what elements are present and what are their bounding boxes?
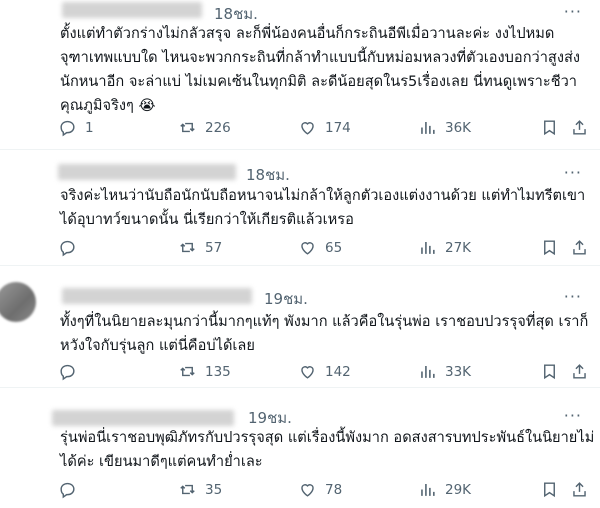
tweet-text: ทั้งๆที่ในนิยายละมุนกว่านี้มากๆแท้ๆ พังม… — [60, 310, 589, 358]
tweet-text-line: นักหนาอีก จะล่าแบ่ ไม่เมคเซ้นในทุกมิติ ล… — [60, 73, 577, 90]
reply-button[interactable] — [58, 238, 85, 257]
like-button[interactable]: 78 — [298, 480, 342, 499]
like-icon — [301, 484, 314, 497]
tweet-text-line: คุณภูมิจริงๆ 😭 — [60, 97, 156, 114]
tweet-text-line: ตั้งแต่ทำตัวกร่างไม่กลัวสรุจ ละก็พี่น้อง… — [60, 25, 555, 42]
more-options-icon[interactable]: ··· — [564, 287, 582, 306]
reply-icon — [60, 120, 75, 137]
reply-icon — [60, 240, 75, 257]
repost-button[interactable]: 135 — [178, 362, 231, 381]
like-icon — [301, 242, 314, 255]
views-count: 33K — [445, 363, 472, 380]
tweet-text-line: รุ่นพ่อนี่เราชอบพุฒิภัทรกับปวรรุจสุด แต่… — [60, 429, 595, 446]
tweet-actions: 35 78 29K — [58, 480, 588, 502]
tweet-text: จริงค่ะไหนว่านับถือนักนับถือหนาจนไม่กล้า… — [60, 184, 585, 232]
like-count: 142 — [325, 363, 351, 380]
repost-count: 35 — [205, 481, 223, 498]
bookmark-icon — [544, 482, 555, 498]
views-icon — [421, 483, 435, 496]
author-name-blurred[interactable] — [52, 410, 234, 426]
repost-icon — [180, 484, 195, 495]
reply-button[interactable] — [58, 480, 85, 499]
like-button[interactable]: 174 — [298, 118, 351, 137]
share-button[interactable] — [570, 362, 589, 385]
share-button[interactable] — [570, 238, 589, 261]
bookmark-button[interactable] — [540, 480, 559, 503]
reply-button[interactable] — [58, 362, 85, 381]
share-button[interactable] — [570, 118, 589, 141]
views-icon — [421, 365, 435, 378]
views-count: 36K — [445, 119, 472, 136]
share-icon — [573, 364, 586, 379]
more-options-icon[interactable]: ··· — [564, 406, 582, 425]
views-icon — [421, 121, 435, 134]
views-button[interactable]: 29K — [418, 480, 471, 499]
tweet[interactable]: 19ชม. ··· รุ่นพ่อนี่เราชอบพุฒิภัทรกับปวร… — [0, 388, 600, 508]
views-button[interactable]: 27K — [418, 238, 471, 257]
like-icon — [301, 122, 314, 135]
repost-icon — [180, 366, 195, 377]
like-button[interactable]: 142 — [298, 362, 351, 381]
views-icon — [421, 241, 435, 254]
author-name-blurred[interactable] — [58, 164, 236, 180]
repost-button[interactable]: 35 — [178, 480, 222, 499]
bookmark-button[interactable] — [540, 362, 559, 385]
repost-count: 226 — [205, 119, 231, 136]
tweet-actions: 1 226 174 36K — [58, 118, 588, 140]
author-name-blurred[interactable] — [62, 2, 202, 18]
more-options-icon[interactable]: ··· — [564, 2, 582, 21]
like-count: 174 — [325, 119, 351, 136]
repost-button[interactable]: 57 — [178, 238, 222, 257]
tweet-actions: 135 142 33K — [58, 362, 588, 384]
more-options-icon[interactable]: ··· — [564, 163, 582, 182]
like-count: 78 — [325, 481, 343, 498]
tweet-text-line: ได้อุบาทว์ขนาดนั้น นี่เรียกว่าให้เกียรติ… — [60, 211, 354, 228]
reply-count: 1 — [85, 119, 94, 136]
like-icon — [301, 366, 314, 379]
repost-count: 135 — [205, 363, 231, 380]
bookmark-icon — [544, 240, 555, 256]
repost-icon — [180, 242, 195, 253]
reply-button[interactable]: 1 — [58, 118, 94, 137]
tweet-text-line: จริงค่ะไหนว่านับถือนักนับถือหนาจนไม่กล้า… — [60, 187, 586, 204]
tweet[interactable]: 18ชม. ··· ตั้งแต่ทำตัวกร่างไม่กลัวสรุจ ล… — [0, 0, 600, 150]
views-count: 29K — [445, 481, 472, 498]
tweet-text: ตั้งแต่ทำตัวกร่างไม่กลัวสรุจ ละก็พี่น้อง… — [60, 22, 585, 118]
bookmark-icon — [544, 120, 555, 136]
share-icon — [573, 482, 586, 497]
share-icon — [573, 240, 586, 255]
tweet-text-line: ได้ค่ะ เขียนมาดีๆแต่คนทำย่ำเละ — [60, 453, 263, 470]
bookmark-button[interactable] — [540, 238, 559, 261]
author-name-blurred[interactable] — [62, 288, 252, 304]
views-button[interactable]: 33K — [418, 362, 471, 381]
tweet-time[interactable]: 19ชม. — [264, 287, 308, 311]
reply-icon — [60, 364, 75, 381]
reply-feed: 18ชม. ··· ตั้งแต่ทำตัวกร่างไม่กลัวสรุจ ล… — [0, 0, 600, 508]
tweet-actions: 57 65 27K — [58, 238, 588, 260]
views-button[interactable]: 36K — [418, 118, 471, 137]
bookmark-button[interactable] — [540, 118, 559, 141]
like-count: 65 — [325, 239, 343, 256]
tweet[interactable]: 19ชม. ··· ทั้งๆที่ในนิยายละมุนกว่านี้มาก… — [0, 266, 600, 388]
share-button[interactable] — [570, 480, 589, 503]
tweet-text: รุ่นพ่อนี่เราชอบพุฒิภัทรกับปวรรุจสุด แต่… — [60, 426, 595, 474]
repost-button[interactable]: 226 — [178, 118, 231, 137]
views-count: 27K — [445, 239, 472, 256]
share-icon — [573, 120, 586, 135]
tweet-text-line: ทั้งๆที่ในนิยายละมุนกว่านี้มากๆแท้ๆ พังม… — [60, 313, 589, 330]
avatar[interactable] — [0, 282, 36, 322]
repost-icon — [180, 122, 195, 133]
tweet[interactable]: 18ชม. ··· จริงค่ะไหนว่านับถือนักนับถือหน… — [0, 150, 600, 266]
tweet-text-line: จุฑาเทพแบบใด ไหนจะพวกกระถินที่กล้าทำแบบน… — [60, 49, 580, 66]
reply-icon — [60, 482, 75, 499]
repost-count: 57 — [205, 239, 223, 256]
like-button[interactable]: 65 — [298, 238, 342, 257]
bookmark-icon — [544, 364, 555, 380]
tweet-text-line: หวังใจกับรุ่นลูก แต่นี่คือบ่ได้เลย — [60, 337, 255, 354]
